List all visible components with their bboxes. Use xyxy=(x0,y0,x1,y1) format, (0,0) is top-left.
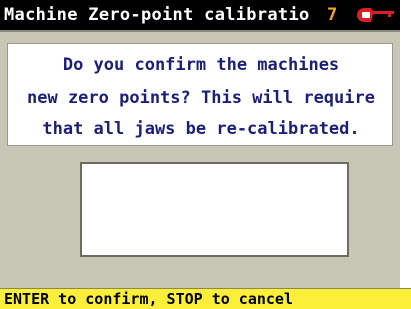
screen-number: 7 xyxy=(327,5,338,25)
silca-key-logo-icon xyxy=(357,8,394,22)
status-instruction: ENTER to confirm, STOP to cancel xyxy=(4,290,293,308)
message-line-2: new zero points? This will require xyxy=(27,88,375,108)
confirmation-message-box: Do you confirm the machines new zero poi… xyxy=(7,43,393,146)
message-line-3: that all jaws be re-calibrated. xyxy=(42,119,360,139)
window-title: Machine Zero-point calibratio xyxy=(4,5,310,25)
machine-screen: Machine Zero-point calibratio 7 Do you c… xyxy=(0,0,400,309)
display-area xyxy=(80,162,349,257)
title-separator xyxy=(0,30,400,32)
message-line-1: Do you confirm the machines xyxy=(62,55,340,75)
status-bar: ENTER to confirm, STOP to cancel xyxy=(0,288,411,309)
title-bar: Machine Zero-point calibratio 7 xyxy=(0,0,400,30)
